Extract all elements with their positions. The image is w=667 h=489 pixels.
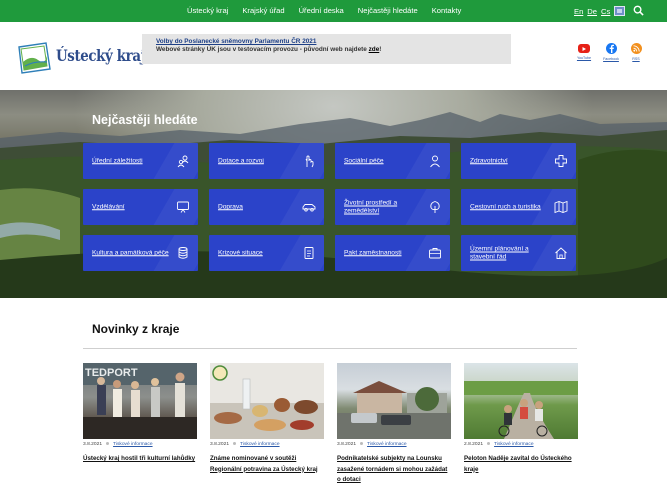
news-title-link[interactable]: Známe nominované v soutěži Regionální po… <box>210 454 324 475</box>
main-menu: Ústecký kraj Krajský úřad Úřední deska N… <box>180 0 468 22</box>
notice-text: Webové stránky ÚK jsou v testovacím prov… <box>156 46 382 53</box>
menu-item-uredni-deska[interactable]: Úřední deska <box>292 0 351 22</box>
news-meta: 2.8.2021 Tiskové informace <box>464 442 578 447</box>
news-meta: 3.8.2021 Tiskové informace <box>83 442 197 447</box>
news-date: 2.8.2021 <box>464 442 484 447</box>
news-photo-cyclists <box>464 381 578 439</box>
menu-item-nejcasteji-hledate[interactable]: Nejčastěji hledáte <box>351 0 425 22</box>
tile-label: Sociální péče <box>344 157 384 165</box>
hand-icon <box>305 155 314 168</box>
notice-zde-link[interactable]: zde <box>369 46 380 53</box>
search-icon[interactable] <box>633 5 644 16</box>
person-icon <box>430 155 440 168</box>
tile-pakt-zamestnanosti[interactable]: Pakt zaměstnanosti <box>335 235 450 271</box>
lang-de-link[interactable]: De <box>587 7 597 16</box>
news-section-title: Novinky z kraje <box>92 322 180 336</box>
top-navigation-bar: Ústecký kraj Krajský úřad Úřední deska N… <box>0 0 667 22</box>
tile-label: Územní plánování a stavební řád <box>470 245 529 261</box>
tile-zdravotnictvi[interactable]: Zdravotnictví <box>461 143 576 179</box>
tile-uredni-zalezitosti[interactable]: Úřední záležitosti <box>83 143 198 179</box>
menu-item-krajsky-urad[interactable]: Krajský úřad <box>235 0 291 22</box>
facebook-icon <box>605 43 617 54</box>
tile-label: Úřední záležitosti <box>92 157 143 165</box>
news-card: 3.8.2021 Tiskové informace Známe nominova… <box>210 363 324 475</box>
site-header: Ústecký kraj Volby do Poslanecké sněmovn… <box>0 22 667 90</box>
news-category-link[interactable]: Tiskové informace <box>240 442 280 447</box>
news-card: 2.8.2021 Tiskové informace Peloton Naděje… <box>464 363 578 475</box>
news-photo-link[interactable] <box>464 363 578 439</box>
menu-item-kontakty[interactable]: Kontakty <box>425 0 469 22</box>
rss-label: RSS <box>632 57 640 61</box>
lang-cs-link[interactable]: Cs <box>601 7 610 16</box>
hero-title: Nejčastěji hledáte <box>92 113 198 127</box>
tile-uzemni-planovani[interactable]: Územní plánování a stavební řád <box>461 235 576 271</box>
news-category-link[interactable]: Tiskové informace <box>113 442 153 447</box>
board-icon <box>177 201 189 213</box>
car-icon <box>302 204 316 212</box>
notice-banner: Volby do Poslanecké sněmovny Parlamentu … <box>142 34 511 64</box>
rss-icon <box>630 43 642 54</box>
news-divider <box>83 348 577 349</box>
sign-language-icon[interactable] <box>614 6 626 16</box>
facebook-link[interactable]: Facebook <box>601 43 621 61</box>
news-meta: 3.8.2021 Tiskové informace <box>210 442 324 447</box>
news-photo-link[interactable] <box>337 363 451 439</box>
youtube-icon <box>578 44 590 53</box>
tile-label: Cestovní ruch a turistika <box>470 203 541 211</box>
tile-socialni-pece[interactable]: Sociální péče <box>335 143 450 179</box>
news-photo-tornado-damage <box>337 381 451 439</box>
news-card: 3.8.2021 Tiskové informace Podnikatelské … <box>337 363 451 486</box>
news-title-link[interactable]: Peloton Naděje zavítal do Ústeckého kraj… <box>464 454 578 475</box>
tile-label: Zdravotnictví <box>470 157 508 165</box>
document-icon <box>304 247 314 259</box>
tile-label: Životní prostředí a zemědělství <box>344 199 398 215</box>
news-meta: 3.8.2021 Tiskové informace <box>337 442 451 447</box>
news-date: 3.8.2021 <box>210 442 230 447</box>
tile-label: Kultura a památková péče <box>92 249 169 257</box>
cross-icon <box>555 155 567 167</box>
menu-item-ustecky-kraj[interactable]: Ústecký kraj <box>180 0 235 22</box>
logo-text: Ústecký kraj <box>56 46 146 65</box>
tile-kultura[interactable]: Kultura a památková péče <box>83 235 198 271</box>
tile-doprava[interactable]: Doprava <box>209 189 324 225</box>
news-card: TEDPORT 3.8.2021 Tiskové informace Ústeck… <box>83 363 197 465</box>
news-photo-link[interactable]: TEDPORT <box>83 363 197 439</box>
people-icon <box>177 155 189 168</box>
lang-en-link[interactable]: En <box>574 7 583 16</box>
tile-zivotni-prostredi[interactable]: Životní prostředí a zemědělství <box>335 189 450 225</box>
tree-icon <box>430 201 440 213</box>
news-title-link[interactable]: Podnikatelské subjekty na Lounsku zasaže… <box>337 454 451 486</box>
map-icon <box>554 200 568 214</box>
tile-label: Dotace a rozvoj <box>218 157 264 165</box>
news-photo-musicians: TEDPORT <box>83 363 197 439</box>
facebook-label: Facebook <box>603 57 619 61</box>
tile-label: Doprava <box>218 203 243 211</box>
tile-label: Pakt zaměstnanosti <box>344 249 402 257</box>
tile-label: Vzdělávání <box>92 203 125 211</box>
database-icon <box>178 247 188 259</box>
ustecky-kraj-logo-icon <box>18 42 51 74</box>
rss-link[interactable]: RSS <box>626 43 646 61</box>
news-category-link[interactable]: Tiskové informace <box>367 442 407 447</box>
tile-cestovni-ruch[interactable]: Cestovní ruch a turistika <box>461 189 576 225</box>
photo-banner-text: TEDPORT <box>85 367 138 379</box>
language-switcher: En De Cs <box>574 0 626 22</box>
news-photo-link[interactable] <box>210 363 324 439</box>
news-photo-food <box>210 365 324 439</box>
youtube-label: YouTube <box>576 56 592 60</box>
tile-dotace-a-rozvoj[interactable]: Dotace a rozvoj <box>209 143 324 179</box>
briefcase-icon <box>429 248 441 259</box>
news-title-link[interactable]: Ústecký kraj hostil tři kulturní lahůdky <box>83 454 197 465</box>
youtube-link[interactable]: YouTube <box>574 43 594 60</box>
tile-krizove-situace[interactable]: Krizové situace <box>209 235 324 271</box>
tile-label: Krizové situace <box>218 249 263 257</box>
house-icon <box>555 247 567 259</box>
news-date: 3.8.2021 <box>83 442 103 447</box>
news-category-link[interactable]: Tiskové informace <box>494 442 534 447</box>
news-date: 3.8.2021 <box>337 442 357 447</box>
tile-vzdelavani[interactable]: Vzdělávání <box>83 189 198 225</box>
notice-title-link[interactable]: Volby do Poslanecké sněmovny Parlamentu … <box>156 38 511 45</box>
